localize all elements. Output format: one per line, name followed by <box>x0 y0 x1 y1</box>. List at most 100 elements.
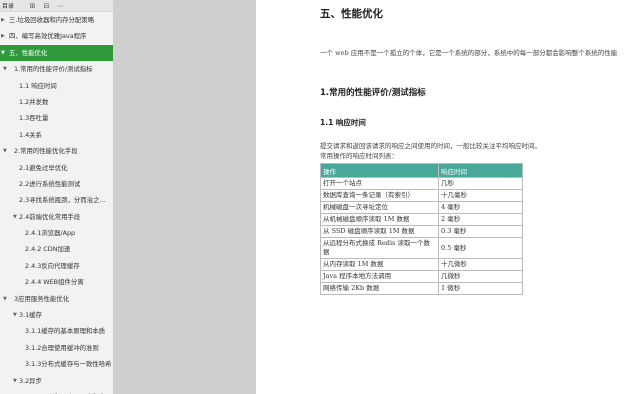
outline-item-label: 2.3寻找系统瓶颈，分而治之... <box>19 196 106 205</box>
outline-item-label: 3.1.3分布式缓存与一致性哈希 <box>25 360 112 369</box>
column-header-response-time: 响应时间 <box>438 163 523 178</box>
outline-item[interactable]: ▼ 五、性能优化 <box>0 44 113 62</box>
outline-item-label: 五、性能优化 <box>9 48 48 57</box>
response-time-cell: 几秒 <box>438 177 523 190</box>
operation-cell: 从内存读取 1M 数据 <box>320 258 439 271</box>
outline-item-label: 2.4.1浏览器/App <box>25 229 76 238</box>
table-row: 从机械磁盘顺序读取 1M 数据 2 毫秒 <box>320 213 523 226</box>
outline-item[interactable]: 1.1 响应时间 <box>0 78 113 94</box>
outline-item[interactable]: 1.2并发数 <box>0 94 113 110</box>
outline-item[interactable]: ▼ 3应用服务性能优化 <box>0 291 113 307</box>
outline-item-label: 3应用服务性能优化 <box>14 294 70 303</box>
subsection-heading: 1.1 响应时间 <box>320 118 366 127</box>
outline-list: ▶ 三.垃圾回收器和内存分配策略 ▶ 四、编写高效优雅Java程序 ▼ 五、性能优化 ▼ 1.… <box>0 12 113 394</box>
table-row: 从 SSD 磁盘顺序读取 1M 数据 0.3 毫秒 <box>320 225 523 238</box>
outline-item-label: 2.4.4 WEB组件分离 <box>25 278 84 287</box>
outline-item-label: 3.1.2合理使用缓冲的准则 <box>25 343 99 352</box>
outline-item[interactable]: ▶ 三.垃圾回收器和内存分配策略 <box>0 12 113 28</box>
outline-toolbar: 目录 ⊞ ⊟ ⋯ <box>0 0 113 12</box>
response-time-cell: 0.5 毫秒 <box>438 237 523 259</box>
operation-cell: 数据库查询一条记录（有索引） <box>320 189 439 202</box>
outline-item-label: 1.4关系 <box>19 130 42 139</box>
intro-paragraph: 一个 web 应用不是一个孤立的个体，它是一个系统的部分，系统中的每一部分都会影… <box>320 49 618 57</box>
outline-item-label: 2.4前端优化常用手段 <box>19 212 81 221</box>
outline-item-label: 2.2进行系统性能测试 <box>19 179 81 188</box>
operation-cell: 打开一个站点 <box>320 177 439 190</box>
collapse-arrow-icon[interactable]: ▼ <box>1 45 5 61</box>
outline-item[interactable]: 1.3吞吐量 <box>0 110 113 126</box>
collapse-arrow-icon[interactable]: ▼ <box>3 291 7 307</box>
outline-item-label: 3.1.1缓存的基本原理和本质 <box>25 327 106 336</box>
outline-item[interactable]: 2.4.4 WEB组件分离 <box>0 274 113 290</box>
outline-item-label: 3.1缓存 <box>19 311 42 320</box>
outline-item-label: 2.常用的性能优化手段 <box>14 147 78 156</box>
collapse-arrow-icon[interactable]: ▼ <box>3 143 7 159</box>
outline-item[interactable]: ▼ 3.1缓存 <box>0 307 113 323</box>
response-time-table: 操作 响应时间 打开一个站点 几秒 数据库查询一条记录（有索引） 十几毫秒 机械磁盘一次… <box>320 163 523 295</box>
body-text-line-1: 提交请求和返回该请求的响应之间使用的时间，一般比较关注平均响应时间。 <box>320 142 541 150</box>
body-text-line-2: 常用操作的响应时间列表： <box>320 152 398 160</box>
outline-item-label: 2.1避免过早优化 <box>19 163 68 172</box>
outline-item-label: 1.1 响应时间 <box>19 81 57 90</box>
outline-item-label: 2.4.3反向代理缓存 <box>25 261 80 270</box>
collapse-all-icon[interactable]: ⊟ <box>42 2 51 10</box>
outline-item[interactable]: ▼ 2.4前端优化常用手段 <box>0 209 113 225</box>
section-heading: 1.常用的性能评价/测试指标 <box>320 88 426 98</box>
operation-cell: 从远程分布式换成 Redis 读取一个数据 <box>320 237 439 259</box>
operation-cell: Java 程序本地方法调用 <box>320 270 439 283</box>
outline-item[interactable]: 3.2.1同步和异步，阻塞和非... <box>0 389 113 394</box>
outline-item-label: 2.4.2 CDN加速 <box>25 245 71 254</box>
outline-item[interactable]: 2.1避免过早优化 <box>0 160 113 176</box>
response-time-cell: 0.3 毫秒 <box>438 225 523 238</box>
outline-panel: 目录 ⊞ ⊟ ⋯ ▶ 三.垃圾回收器和内存分配策略 ▶ 四、编写高效优雅Java程序 ▼… <box>0 0 114 394</box>
response-time-cell: 2 毫秒 <box>438 213 523 226</box>
outline-item-label: 1.常用的性能评价/测试指标 <box>14 65 93 74</box>
expand-arrow-icon[interactable]: ▶ <box>1 12 5 28</box>
table-row: 从远程分布式换成 Redis 读取一个数据 0.5 毫秒 <box>320 237 523 259</box>
response-time-cell: 几微秒 <box>438 270 523 283</box>
outline-item[interactable]: 2.3寻找系统瓶颈，分而治之... <box>0 192 113 208</box>
outline-item[interactable]: 3.1.3分布式缓存与一致性哈希 <box>0 356 113 372</box>
outline-item[interactable]: 2.4.3反向代理缓存 <box>0 258 113 274</box>
outline-title: 目录 <box>2 3 15 10</box>
outline-item[interactable]: 1.4关系 <box>0 127 113 143</box>
operation-cell: 网络传输 2Kb 数据 <box>320 282 439 295</box>
outline-item[interactable]: 2.2进行系统性能测试 <box>0 176 113 192</box>
outline-item[interactable]: ▼ 3.2异步 <box>0 373 113 389</box>
response-time-cell: 4 毫秒 <box>438 201 523 214</box>
outline-item[interactable]: 3.1.1缓存的基本原理和本质 <box>0 323 113 339</box>
outline-item-label: 四、编写高效优雅Java程序 <box>9 32 87 41</box>
operation-cell: 从机械磁盘顺序读取 1M 数据 <box>320 213 439 226</box>
outline-item-label: 1.3吞吐量 <box>19 114 49 123</box>
table-row: 打开一个站点 几秒 <box>320 177 523 190</box>
outline-item[interactable]: 3.1.2合理使用缓冲的准则 <box>0 340 113 356</box>
table-row: 数据库查询一条记录（有索引） 十几毫秒 <box>320 189 523 202</box>
page-title: 五、性能优化 <box>320 8 383 20</box>
sidebar-gutter <box>114 0 256 394</box>
outline-item[interactable]: ▼ 2.常用的性能优化手段 <box>0 143 113 159</box>
outline-item-label: 1.2并发数 <box>19 97 49 106</box>
outline-item[interactable]: ▶ 四、编写高效优雅Java程序 <box>0 28 113 44</box>
response-time-cell: 十几微秒 <box>438 258 523 271</box>
expand-all-icon[interactable]: ⊞ <box>28 2 37 10</box>
table-header-row: 操作 响应时间 <box>320 163 523 178</box>
document-page: 五、性能优化 一个 web 应用不是一个孤立的个体，它是一个系统的部分，系统中的… <box>256 0 640 394</box>
outline-item-label: 三.垃圾回收器和内存分配策略 <box>9 16 95 24</box>
collapse-arrow-icon[interactable]: ▼ <box>3 61 7 77</box>
collapse-arrow-icon[interactable]: ▼ <box>13 373 17 389</box>
outline-item[interactable]: 2.4.2 CDN加速 <box>0 241 113 257</box>
response-time-cell: 十几毫秒 <box>438 189 523 202</box>
response-time-cell: 1 微秒 <box>438 282 523 295</box>
collapse-arrow-icon[interactable]: ▼ <box>13 307 17 323</box>
collapse-arrow-icon[interactable]: ▼ <box>13 209 17 225</box>
table-row: 网络传输 2Kb 数据 1 微秒 <box>320 282 523 295</box>
table-row: 从内存读取 1M 数据 十几微秒 <box>320 258 523 271</box>
expand-arrow-icon[interactable]: ▶ <box>1 28 5 44</box>
outline-item[interactable]: ▼ 1.常用的性能评价/测试指标 <box>0 61 113 77</box>
outline-options-icon[interactable]: ⋯ <box>56 2 65 10</box>
outline-item-label: 3.2.1同步和异步，阻塞和非... <box>25 389 111 394</box>
column-header-operation: 操作 <box>320 163 439 178</box>
operation-cell: 从 SSD 磁盘顺序读取 1M 数据 <box>320 225 439 238</box>
outline-item[interactable]: 2.4.1浏览器/App <box>0 225 113 241</box>
table-row: Java 程序本地方法调用 几微秒 <box>320 270 523 283</box>
